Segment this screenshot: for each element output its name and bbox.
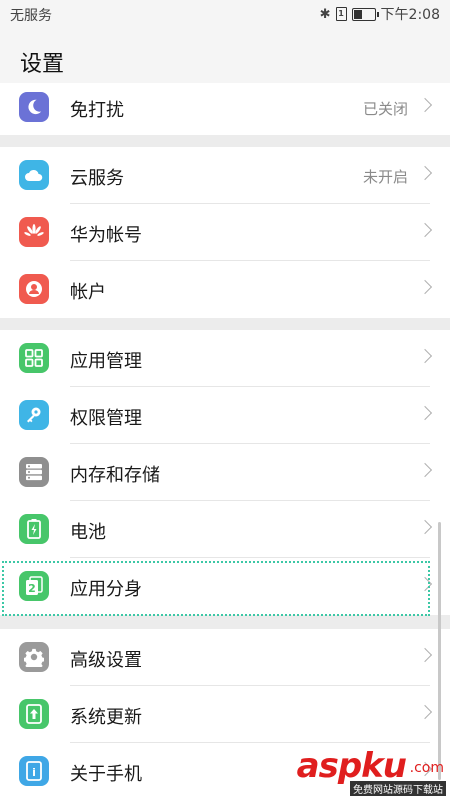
settings-item-system-update[interactable]: 系统更新	[0, 686, 450, 743]
settings-item-storage[interactable]: 内存和存储	[0, 444, 450, 501]
key-icon	[19, 400, 49, 430]
chevron-right-icon	[417, 576, 433, 592]
settings-item-cloud-service[interactable]: 云服务 未开启	[0, 147, 450, 204]
settings-item-app-management[interactable]: 应用管理	[0, 330, 450, 387]
settings-item-label: 电池	[70, 522, 106, 543]
settings-item-label: 内存和存储	[70, 465, 160, 486]
watermark-suffix: .com	[409, 760, 444, 776]
settings-item-value: 已关闭	[362, 100, 408, 118]
gear-icon	[19, 642, 49, 672]
chevron-right-icon	[417, 704, 433, 720]
sim-icon: 1	[335, 7, 347, 21]
account-icon	[19, 274, 49, 304]
chevron-right-icon	[417, 519, 433, 535]
status-bar: 无服务 ✱ 1 下午2:08	[0, 0, 450, 28]
page-title: 设置	[20, 52, 65, 77]
settings-group-accounts: 云服务 未开启 华为帐号 帐户	[0, 147, 450, 318]
settings-item-permissions[interactable]: 权限管理	[0, 387, 450, 444]
settings-item-do-not-disturb[interactable]: 免打扰 已关闭	[0, 83, 450, 135]
settings-item-account[interactable]: 帐户	[0, 261, 450, 318]
settings-item-label: 系统更新	[70, 707, 142, 728]
grid-icon	[19, 343, 49, 373]
info-icon: i	[19, 756, 49, 786]
chevron-right-icon	[417, 405, 433, 421]
watermark-logo: aspku .com 免费网站源码下载站	[266, 746, 446, 796]
chevron-right-icon	[417, 348, 433, 364]
settings-item-label: 帐户	[70, 282, 106, 303]
settings-item-label: 高级设置	[70, 650, 142, 671]
chevron-right-icon	[417, 97, 433, 113]
clock: 下午2:08	[380, 7, 440, 23]
storage-icon	[19, 457, 49, 487]
settings-item-label: 云服务	[70, 168, 124, 189]
settings-item-battery[interactable]: 电池	[0, 501, 450, 558]
settings-item-app-twin[interactable]: 2 应用分身	[0, 558, 450, 615]
settings-item-label: 关于手机	[70, 764, 142, 785]
chevron-right-icon	[417, 462, 433, 478]
settings-item-label: 权限管理	[70, 408, 142, 429]
settings-item-advanced[interactable]: 高级设置	[0, 629, 450, 686]
status-icons: ✱ 1 下午2:08	[320, 4, 440, 24]
bluetooth-icon: ✱	[319, 6, 331, 22]
scrollbar[interactable]	[438, 522, 441, 780]
cloud-icon	[19, 160, 49, 190]
settings-group-notifications: 免打扰 已关闭	[0, 83, 450, 135]
update-icon	[19, 699, 49, 729]
app-clone-icon: 2	[19, 571, 49, 601]
moon-icon	[19, 92, 49, 122]
settings-item-label: 华为帐号	[70, 225, 142, 246]
chevron-right-icon	[417, 279, 433, 295]
huawei-icon	[19, 217, 49, 247]
battery-icon	[19, 514, 49, 544]
battery-status-icon	[351, 7, 379, 21]
info-badge-text: i	[32, 766, 36, 779]
settings-item-value: 未开启	[362, 168, 408, 186]
chevron-right-icon	[417, 647, 433, 663]
chevron-right-icon	[417, 165, 433, 181]
app-clone-badge-text: 2	[28, 582, 36, 595]
settings-item-huawei-account[interactable]: 华为帐号	[0, 204, 450, 261]
watermark-tagline: 免费网站源码下载站	[350, 781, 446, 796]
page-header: 设置	[0, 28, 450, 88]
watermark-brand: aspku	[296, 746, 407, 786]
settings-item-label: 应用管理	[70, 351, 142, 372]
settings-item-label: 免打扰	[70, 100, 124, 121]
battery-level-fill	[353, 9, 362, 19]
carrier-text: 无服务	[10, 8, 52, 24]
settings-group-apps: 应用管理 权限管理 内存和存储 电池 2 应用分身	[0, 330, 450, 615]
settings-item-label: 应用分身	[70, 579, 142, 600]
chevron-right-icon	[417, 222, 433, 238]
